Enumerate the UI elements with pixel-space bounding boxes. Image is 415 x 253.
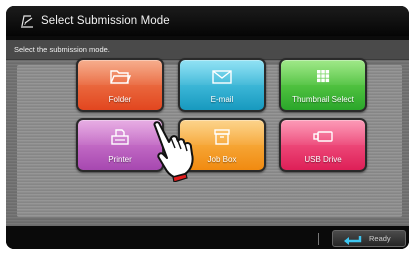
- usb-drive-label: USB Drive: [304, 155, 342, 164]
- printer-label: Printer: [108, 155, 132, 164]
- email-label: E-mail: [210, 95, 234, 104]
- folder-icon: [78, 67, 162, 87]
- envelope-icon: [180, 67, 264, 87]
- folder-label: Folder: [108, 95, 132, 104]
- usb-drive-button[interactable]: USB Drive: [279, 118, 367, 172]
- status-bar: Ready: [6, 228, 409, 249]
- instruction-text: Select the submission mode.: [14, 45, 110, 54]
- folder-button[interactable]: Folder: [76, 58, 164, 112]
- instruction-bar: Select the submission mode.: [6, 40, 409, 60]
- thumbnail-select-button[interactable]: Thumbnail Select: [279, 58, 367, 112]
- usb-drive-icon: [281, 127, 365, 147]
- title-bar: Select Submission Mode: [6, 6, 409, 36]
- ready-label: Ready: [369, 234, 391, 243]
- thumbnail-select-label: Thumbnail Select: [292, 95, 354, 104]
- app-screen: Select Submission Mode Select the submis…: [6, 6, 409, 249]
- edit-document-icon: [19, 13, 35, 29]
- return-arrow-icon: [341, 233, 363, 245]
- printer-button[interactable]: Printer: [76, 118, 164, 172]
- job-box-button[interactable]: Job Box: [178, 118, 266, 172]
- status-divider: [318, 233, 319, 245]
- email-button[interactable]: E-mail: [178, 58, 266, 112]
- grid-icon: [281, 67, 365, 87]
- box-icon: [180, 127, 264, 147]
- printer-icon: [78, 127, 162, 147]
- job-box-label: Job Box: [207, 155, 237, 164]
- ready-button[interactable]: Ready: [332, 230, 406, 247]
- page-title: Select Submission Mode: [41, 15, 170, 27]
